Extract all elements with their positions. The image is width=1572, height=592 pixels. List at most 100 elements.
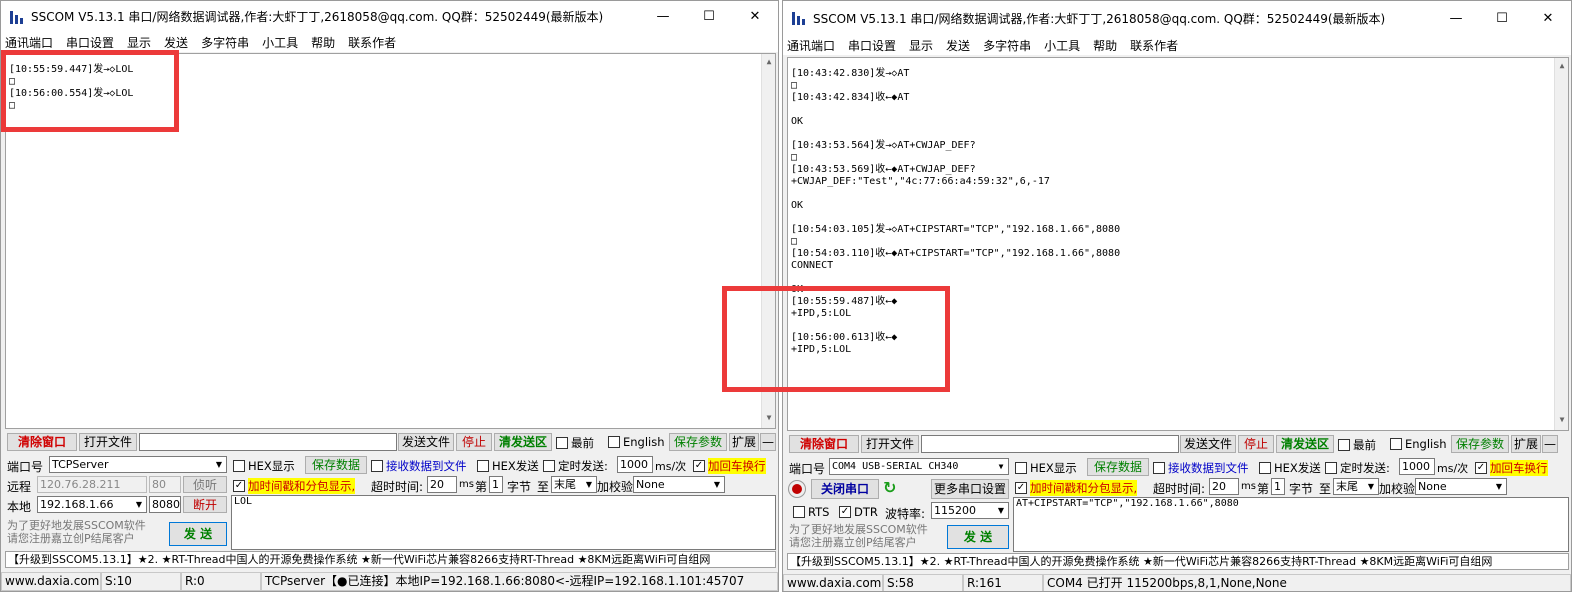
scroll-up-icon[interactable]: ▲ xyxy=(762,56,775,70)
menu-tools[interactable]: 小工具 xyxy=(262,34,298,51)
scroll-up-icon[interactable]: ▲ xyxy=(1555,60,1568,74)
menu-display[interactable]: 显示 xyxy=(909,37,933,54)
minimize-icon[interactable]: — xyxy=(640,1,686,32)
stop-button[interactable]: 停止 xyxy=(1238,435,1274,453)
menu-multi-string[interactable]: 多字符串 xyxy=(201,34,249,51)
port-select[interactable]: TCPServer ▼ xyxy=(49,456,227,473)
hex-display-checkbox[interactable]: HEX显示 xyxy=(233,458,295,474)
close-icon[interactable]: ✕ xyxy=(1525,3,1571,34)
dtr-checkbox[interactable]: ✓ DTR xyxy=(839,505,878,519)
promo-text-1[interactable]: 为了更好地发展SSCOM软件 xyxy=(7,519,146,532)
save-data-button[interactable]: 保存数据 xyxy=(305,456,367,474)
end-select[interactable]: 末尾 ▼ xyxy=(1333,478,1379,495)
record-icon[interactable] xyxy=(789,481,805,497)
topmost-checkbox[interactable]: 最前 xyxy=(556,435,594,451)
expand-button[interactable]: 扩展 xyxy=(1511,435,1541,453)
topmost-checkbox[interactable]: 最前 xyxy=(1338,437,1376,453)
disconnect-button[interactable]: 断开 xyxy=(183,496,227,513)
scroll-down-icon[interactable]: ▼ xyxy=(762,412,775,426)
local-ip-select[interactable]: 192.168.1.66 ▼ xyxy=(37,496,147,513)
file-path-input[interactable] xyxy=(139,433,397,451)
hex-send-checkbox[interactable]: HEX发送 xyxy=(477,458,539,474)
menu-serial-settings[interactable]: 串口设置 xyxy=(848,37,896,54)
menu-serial-settings[interactable]: 串口设置 xyxy=(66,34,114,51)
local-port-input[interactable]: 8080 xyxy=(149,496,181,513)
timed-send-checkbox[interactable]: 定时发送: xyxy=(543,458,608,474)
baud-select[interactable]: 115200 ▼ xyxy=(931,502,1009,519)
menu-display[interactable]: 显示 xyxy=(127,34,151,51)
send-file-button[interactable]: 发送文件 xyxy=(398,433,454,451)
english-checkbox[interactable]: English xyxy=(608,435,665,449)
menu-contact[interactable]: 联系作者 xyxy=(1130,37,1178,54)
remote-ip-input[interactable]: 120.76.28.211 xyxy=(37,476,147,493)
checksum-select[interactable]: None ▼ xyxy=(1415,478,1507,495)
save-params-button[interactable]: 保存参数 xyxy=(669,433,727,451)
timestamp-checkbox[interactable]: ✓ 加时间戳和分包显示, xyxy=(1015,480,1138,496)
clear-send-button[interactable]: 清发送区 xyxy=(494,433,552,451)
recv-to-file-checkbox[interactable]: 接收数据到文件 xyxy=(1153,460,1249,476)
collapse-button[interactable]: — xyxy=(760,433,776,451)
expand-button[interactable]: 扩展 xyxy=(729,433,759,451)
listen-button[interactable]: 侦听 xyxy=(183,476,227,493)
status-url[interactable]: www.daxia.com xyxy=(783,574,883,591)
send-button[interactable]: 发 送 xyxy=(169,522,227,546)
timeout-input[interactable]: 20 xyxy=(1209,478,1239,495)
news-ticker[interactable]: 【升级到SSCOM5.13.1】★2. ★RT-Thread中国人的开源免费操作… xyxy=(5,551,776,568)
maximize-icon[interactable]: ☐ xyxy=(1479,3,1525,34)
open-file-button[interactable]: 打开文件 xyxy=(861,435,919,453)
menu-help[interactable]: 帮助 xyxy=(1093,37,1117,54)
english-checkbox[interactable]: English xyxy=(1390,437,1447,451)
send-file-button[interactable]: 发送文件 xyxy=(1180,435,1236,453)
send-input[interactable]: LOL xyxy=(231,495,776,550)
menu-port[interactable]: 通讯端口 xyxy=(5,34,53,51)
maximize-icon[interactable]: ☐ xyxy=(686,1,732,32)
status-url[interactable]: www.daxia.com xyxy=(1,572,101,591)
menu-send[interactable]: 发送 xyxy=(164,34,188,51)
clear-window-button[interactable]: 清除窗口 xyxy=(789,435,859,453)
timestamp-checkbox[interactable]: ✓ 加时间戳和分包显示, xyxy=(233,478,356,494)
menu-help[interactable]: 帮助 xyxy=(311,34,335,51)
stop-button[interactable]: 停止 xyxy=(456,433,492,451)
scroll-down-icon[interactable]: ▼ xyxy=(1555,414,1568,428)
save-params-button[interactable]: 保存参数 xyxy=(1451,435,1509,453)
add-crlf-checkbox[interactable]: ✓ 加回车换行 xyxy=(693,458,766,474)
send-button[interactable]: 发 送 xyxy=(947,525,1009,549)
interval-input[interactable]: 1000 xyxy=(1399,458,1435,475)
timed-send-checkbox[interactable]: 定时发送: xyxy=(1325,460,1390,476)
menu-contact[interactable]: 联系作者 xyxy=(348,34,396,51)
byte-index-input[interactable]: 1 xyxy=(489,476,503,493)
refresh-icon[interactable]: ↻ xyxy=(883,478,896,497)
clear-send-button[interactable]: 清发送区 xyxy=(1276,435,1334,453)
close-icon[interactable]: ✕ xyxy=(732,1,778,32)
end-select[interactable]: 末尾 ▼ xyxy=(551,476,597,493)
close-port-button[interactable]: 关闭串口 xyxy=(811,479,879,499)
file-path-input[interactable] xyxy=(921,435,1179,453)
remote-port-input[interactable]: 80 xyxy=(149,476,181,493)
menu-tools[interactable]: 小工具 xyxy=(1044,37,1080,54)
collapse-button[interactable]: — xyxy=(1542,435,1558,453)
interval-input[interactable]: 1000 xyxy=(617,456,653,473)
news-ticker[interactable]: 【升级到SSCOM5.13.1】★2. ★RT-Thread中国人的开源免费操作… xyxy=(787,553,1569,570)
promo-text-2[interactable]: 请您注册嘉立创P结尾客户 xyxy=(7,532,135,545)
recv-to-file-checkbox[interactable]: 接收数据到文件 xyxy=(371,458,467,474)
send-input[interactable]: AT+CIPSTART="TCP","192.168.1.66",8080 xyxy=(1013,497,1569,552)
add-crlf-checkbox[interactable]: ✓ 加回车换行 xyxy=(1475,460,1548,476)
menu-port[interactable]: 通讯端口 xyxy=(787,37,835,54)
menu-send[interactable]: 发送 xyxy=(946,37,970,54)
hex-send-checkbox[interactable]: HEX发送 xyxy=(1259,460,1321,476)
save-data-button[interactable]: 保存数据 xyxy=(1087,458,1149,476)
minimize-icon[interactable]: — xyxy=(1433,3,1479,34)
clear-window-button[interactable]: 清除窗口 xyxy=(7,433,77,451)
open-file-button[interactable]: 打开文件 xyxy=(79,433,137,451)
rts-checkbox[interactable]: RTS xyxy=(793,505,829,519)
checksum-select[interactable]: None ▼ xyxy=(633,476,725,493)
scrollbar[interactable]: ▲ ▼ xyxy=(1554,58,1568,430)
promo-text-2[interactable]: 请您注册嘉立创P结尾客户 xyxy=(789,536,917,549)
menu-multi-string[interactable]: 多字符串 xyxy=(983,37,1031,54)
timeout-input[interactable]: 20 xyxy=(427,476,457,493)
hex-display-checkbox[interactable]: HEX显示 xyxy=(1015,460,1077,476)
promo-text-1[interactable]: 为了更好地发展SSCOM软件 xyxy=(789,523,928,536)
port-select[interactable]: COM4 USB-SERIAL CH340 ▼ xyxy=(829,458,1009,475)
more-settings-button[interactable]: 更多串口设置 xyxy=(931,479,1009,499)
byte-index-input[interactable]: 1 xyxy=(1271,478,1285,495)
